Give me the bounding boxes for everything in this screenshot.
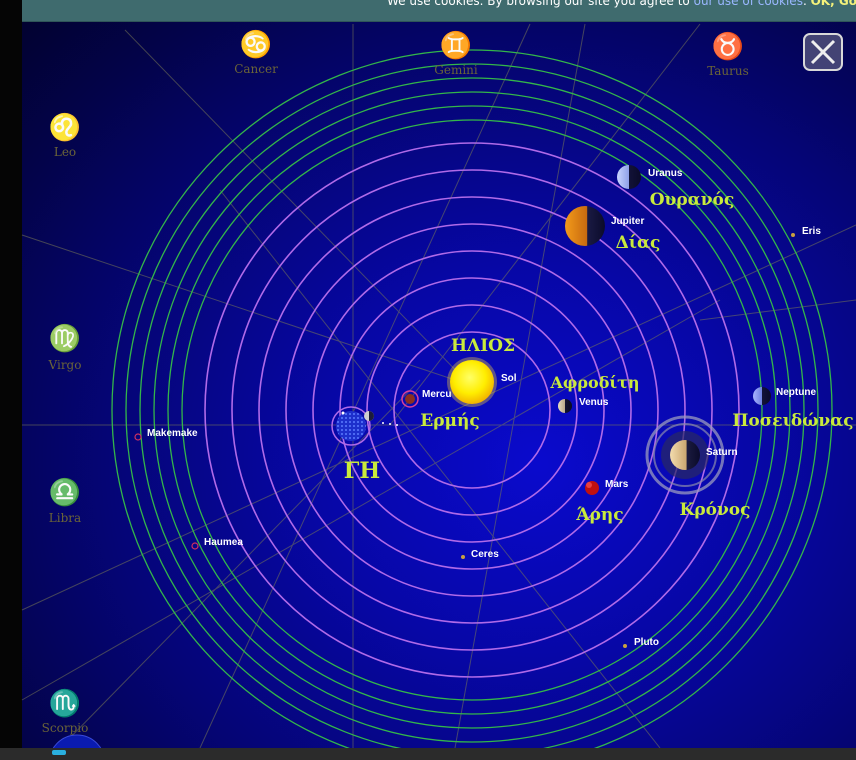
makemake[interactable]: Makemake bbox=[134, 428, 198, 441]
pluto[interactable]: Pluto bbox=[623, 637, 659, 648]
close-button[interactable] bbox=[803, 33, 843, 71]
taurus-icon: ♉ bbox=[712, 31, 744, 62]
cookie-policy-link[interactable]: our use of cookies bbox=[694, 0, 803, 8]
mars-greek-label: Άρης bbox=[575, 505, 623, 525]
bottom-indicator bbox=[52, 750, 66, 755]
sun-greek-label: ΗΛΙΟΣ bbox=[451, 336, 515, 356]
neptune-label: Neptune bbox=[776, 387, 816, 398]
zodiac-scorpio: ♏ Scorpio bbox=[42, 688, 89, 735]
pluto-label: Pluto bbox=[634, 637, 659, 648]
mercury-label: Mercu bbox=[422, 389, 451, 400]
ceres[interactable]: Ceres bbox=[461, 549, 499, 560]
cookie-ok-button[interactable]: OK, Got I bbox=[811, 0, 856, 8]
ceres-label: Ceres bbox=[471, 549, 499, 560]
eris[interactable]: Eris bbox=[791, 226, 821, 237]
zodiac-taurus: ♉ Taurus bbox=[707, 31, 749, 78]
uranus[interactable]: Uranus Ουρανός bbox=[617, 165, 734, 210]
earth-greek-label: ΓΗ bbox=[344, 458, 380, 484]
svg-text:Cancer: Cancer bbox=[234, 62, 278, 76]
haumea-label: Haumea bbox=[204, 537, 243, 548]
uranus-label: Uranus bbox=[648, 168, 683, 179]
cookie-text: We use cookies. By browsing our site you… bbox=[387, 0, 690, 8]
neptune-greek-label: Ποσειδώνας bbox=[732, 411, 853, 431]
close-x-icon bbox=[810, 39, 836, 65]
mercury-greek-label: Ερμής bbox=[420, 411, 479, 431]
bottom-bar bbox=[0, 748, 856, 760]
zodiac-gemini: ♊ Gemini bbox=[434, 30, 478, 77]
svg-text:Leo: Leo bbox=[54, 145, 76, 159]
jupiter-greek-label: Δίας bbox=[616, 233, 661, 253]
venus[interactable]: Venus Αφροδίτη bbox=[549, 373, 640, 413]
zodiac-libra: ♎ Libra bbox=[49, 477, 81, 525]
scorpio-icon: ♏ bbox=[49, 688, 81, 719]
moon[interactable] bbox=[364, 411, 398, 426]
zodiac-leo: ♌ Leo bbox=[49, 112, 81, 159]
jupiter[interactable]: Jupiter Δίας bbox=[565, 206, 660, 253]
solar-system-map: ♋ Cancer ♊ Gemini ♉ Taurus ♌ Leo ♍ Virgo… bbox=[21, 23, 856, 760]
svg-text:Libra: Libra bbox=[49, 511, 81, 525]
svg-text:Gemini: Gemini bbox=[434, 63, 478, 77]
venus-greek-label: Αφροδίτη bbox=[549, 373, 639, 392]
haumea[interactable]: Haumea bbox=[191, 537, 243, 550]
zodiac-virgo: ♍ Virgo bbox=[48, 323, 82, 372]
makemake-label: Makemake bbox=[147, 428, 198, 439]
svg-text:Taurus: Taurus bbox=[707, 64, 749, 78]
uranus-greek-label: Ουρανός bbox=[650, 190, 734, 210]
sun[interactable]: ΗΛΙΟΣ Sol bbox=[447, 336, 517, 407]
eris-label: Eris bbox=[802, 226, 821, 237]
cancer-icon: ♋ bbox=[240, 29, 272, 60]
zodiac-cancer: ♋ Cancer bbox=[234, 29, 278, 76]
gemini-icon: ♊ bbox=[440, 30, 472, 61]
svg-text:Scorpio: Scorpio bbox=[42, 721, 89, 735]
jupiter-label: Jupiter bbox=[611, 216, 644, 227]
cookie-period: . bbox=[802, 0, 807, 8]
libra-icon: ♎ bbox=[49, 477, 81, 508]
virgo-icon: ♍ bbox=[49, 323, 81, 354]
cookie-consent-bar: We use cookies. By browsing our site you… bbox=[22, 0, 856, 22]
venus-label: Venus bbox=[579, 397, 609, 408]
saturn-label: Saturn bbox=[706, 447, 738, 458]
neptune[interactable]: Neptune Ποσειδώνας bbox=[732, 387, 854, 431]
saturn-greek-label: Κρόνος bbox=[680, 500, 751, 520]
leo-icon: ♌ bbox=[49, 112, 81, 143]
svg-text:Virgo: Virgo bbox=[48, 358, 82, 372]
mars-label: Mars bbox=[605, 479, 629, 490]
sun-label: Sol bbox=[501, 373, 517, 384]
